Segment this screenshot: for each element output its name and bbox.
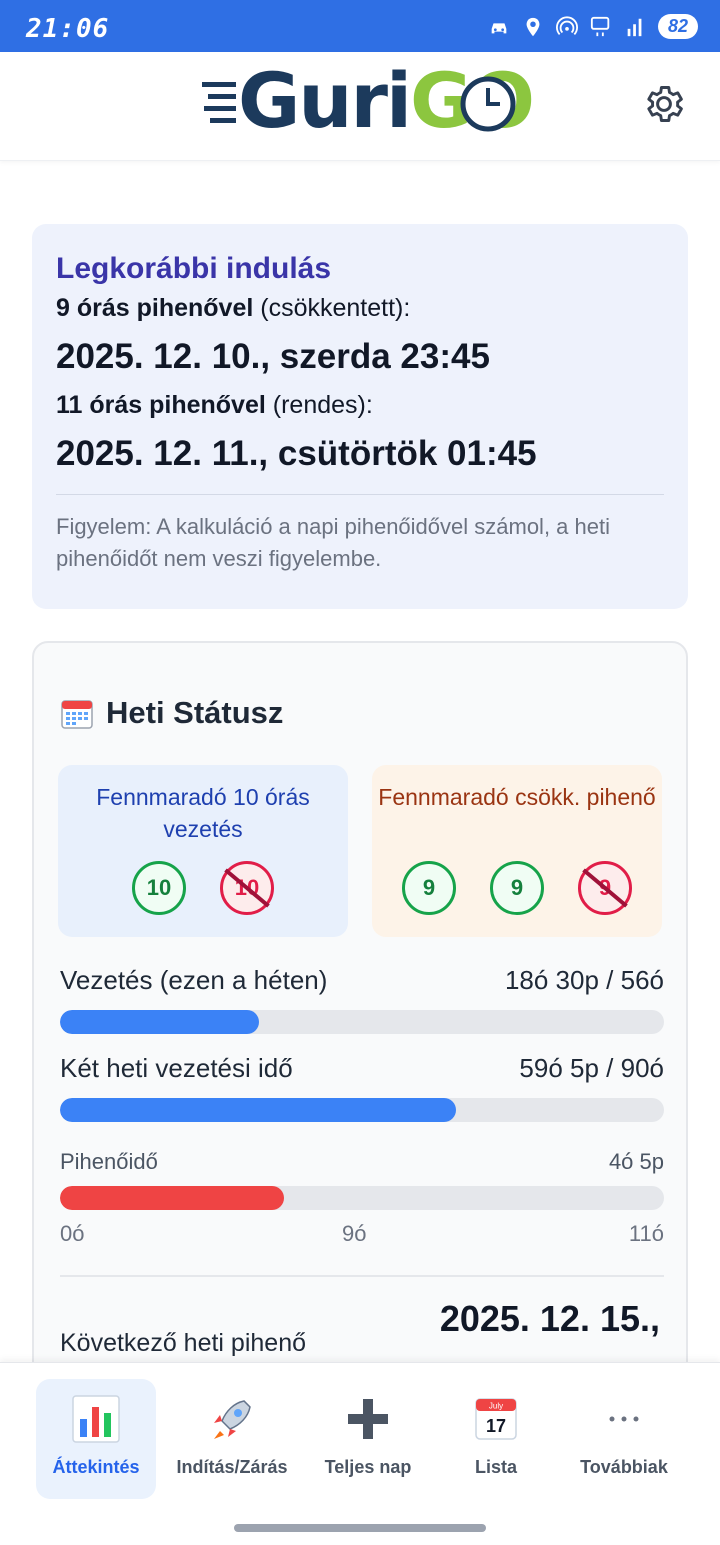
tick-label: 9ó [342,1221,367,1246]
earliest-title: Legkorábbi indulás [56,252,332,285]
rest-circle-used: 9 [578,861,632,915]
weekly-driving-row: Vezetés (ezen a héten) 18ó 30p / 56ó [60,965,664,996]
rest-circles: 9 9 9 [372,861,662,915]
settings-gear-icon[interactable] [642,82,686,126]
nav-list[interactable]: July 17 Lista [436,1379,556,1499]
nav-overview-label: Áttekintés [52,1457,140,1477]
two-week-driving-fill [60,1098,457,1122]
clock-icon [460,76,516,132]
nav-more-label: Továbbiak [580,1457,668,1477]
gurigo-logo: GuriGO [200,56,535,145]
bar-chart-icon [72,1395,120,1443]
signal-icon [627,18,642,36]
weekly-driving-value: 18ó 30p / 56ó [504,965,664,995]
remaining-10h-driving-box: Fennmaradó 10 órás vezetés 10 10 [58,765,348,937]
normal-rest-label: 11 órás pihenővel (rendes): [56,391,664,420]
app-header: GuriGO [0,52,720,161]
next-weekly-rest-date: 2025. 12. 15., [439,1298,660,1339]
reduced-rest-date: 2025. 12. 10., szerda 23:45 [56,337,490,376]
two-week-driving-progress [60,1098,664,1122]
bottom-navigation: Áttekintés Indítás/Zárás Teljes nap July… [0,1362,720,1545]
home-indicator[interactable] [234,1524,486,1532]
rest-progress [60,1186,664,1210]
weekly-title: Heti Státusz [60,695,283,731]
warning-note: Figyelem: A kalkuláció a napi pihenőidőv… [56,514,610,571]
rocket-icon [214,1400,251,1439]
battery-indicator: 82 [657,14,698,39]
driving-circles: 10 10 [58,861,348,915]
rest-label: Pihenőidő [60,1149,158,1174]
two-week-driving-value: 59ó 5p / 90ó [519,1053,664,1083]
speed-lines-icon [202,82,236,123]
next-weekly-rest-label: Következő heti pihenő [60,1329,307,1357]
reduced-rest-suffix: (csökkentett): [253,294,411,322]
calendar-month-text: July [489,1402,503,1411]
divider [56,494,664,495]
nav-start-close[interactable]: Indítás/Zárás [172,1379,292,1499]
divider [60,1275,664,1277]
tick-label: 11ó [628,1221,664,1246]
remaining-reduced-rest-box: Fennmaradó csökk. pihenő 9 9 9 [372,765,662,937]
calendar-icon [61,700,93,729]
normal-rest-suffix: (rendes): [265,391,373,419]
rest-fill [60,1186,285,1210]
driving-circle-available: 10 [132,861,186,915]
location-icon [526,17,540,36]
remaining-10h-driving-label: Fennmaradó 10 órás vezetés [96,784,310,842]
5g-icon [590,16,610,36]
reduced-rest-bold: 9 órás pihenővel [56,294,254,322]
hotspot-icon [555,15,578,35]
nav-full-day[interactable]: Teljes nap [308,1379,428,1499]
rest-row: Pihenőidő 4ó 5p [60,1149,664,1175]
nav-start-close-label: Indítás/Zárás [176,1457,288,1477]
nav-list-label: Lista [474,1457,517,1477]
two-week-driving-label: Két heti vezetési idő [60,1053,293,1083]
reduced-rest-label: 9 órás pihenővel (csökkentett): [56,294,664,323]
weekly-status-card: Heti Státusz Fennmaradó 10 órás vezetés … [32,641,688,1401]
weekly-driving-label: Vezetés (ezen a héten) [60,965,328,995]
earliest-departure-card: Legkorábbi indulás 9 órás pihenővel (csö… [32,224,688,609]
car-icon [491,22,507,33]
normal-rest-bold: 11 órás pihenővel [56,391,266,419]
clock: 21:06 [26,14,110,44]
status-bar: 21:06 82 [0,0,720,52]
calendar-icon: July 17 [475,1398,517,1440]
logo-text-guri: Guri [238,56,412,145]
driving-circle-used: 10 [220,861,274,915]
nav-full-day-label: Teljes nap [324,1457,412,1477]
weekly-driving-progress [60,1010,664,1034]
tick-label: 0ó [60,1221,85,1246]
nav-more[interactable]: Továbbiak [564,1379,684,1499]
rest-circle-available: 9 [402,861,456,915]
normal-rest-date: 2025. 12. 11., csütörtök 01:45 [56,434,537,473]
nav-overview[interactable]: Áttekintés [36,1379,156,1499]
more-icon [609,1416,639,1422]
two-week-driving-row: Két heti vezetési idő 59ó 5p / 90ó [60,1053,664,1084]
status-icons: 82 [488,14,698,39]
remaining-reduced-rest-label: Fennmaradó csökk. pihenő [378,784,656,810]
plus-icon [348,1399,388,1439]
rest-value: 4ó 5p [608,1149,664,1174]
rest-circle-available: 9 [490,861,544,915]
weekly-driving-fill [60,1010,260,1034]
weekly-title-text: Heti Státusz [106,695,284,730]
calendar-day-text: 17 [486,1416,506,1436]
